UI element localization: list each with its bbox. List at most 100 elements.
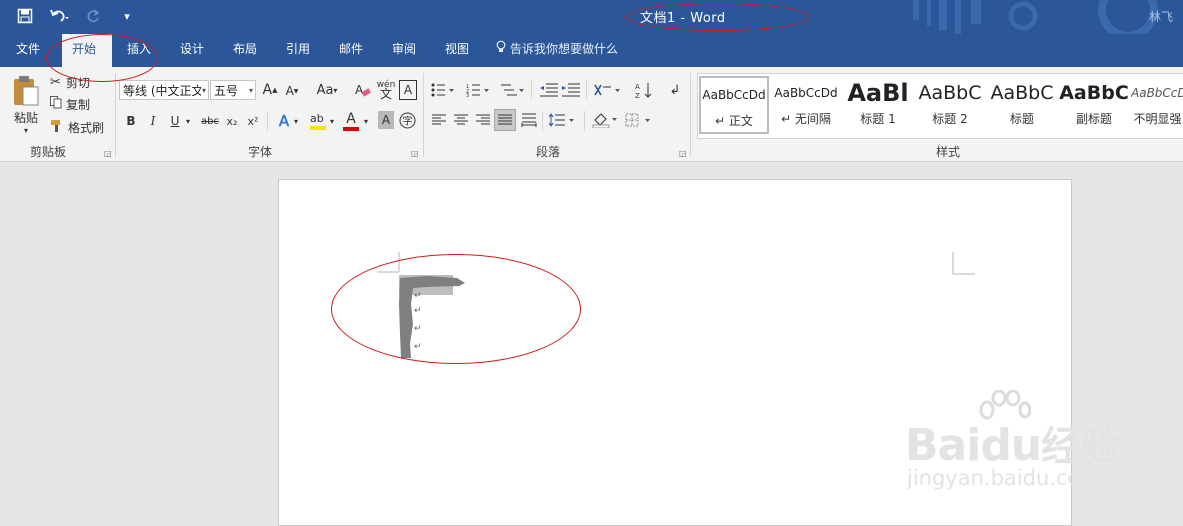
clear-formatting-icon[interactable]: A <box>354 80 372 100</box>
style-heading-2[interactable]: AaBbC 标题 2 <box>915 76 985 134</box>
copy-icon <box>50 96 66 112</box>
tab-layout[interactable]: 布局 <box>223 34 267 67</box>
account-name[interactable]: 林飞 <box>1149 8 1173 25</box>
justify-icon[interactable] <box>494 109 516 131</box>
line-spacing-icon[interactable] <box>548 110 576 130</box>
font-name-combo[interactable]: 等线 (中文正文 ▾ <box>119 80 209 100</box>
style-no-spacing[interactable]: AaBbCcDd ↵ 无间隔 <box>771 76 841 134</box>
grow-font-icon[interactable]: A ▲ <box>262 79 278 101</box>
underline-dropdown-icon[interactable]: ▾ <box>184 111 192 131</box>
svg-text:字: 字 <box>402 114 412 127</box>
copy-button[interactable]: 复制 <box>50 94 90 114</box>
font-color-dropdown-icon[interactable]: ▾ <box>362 111 370 131</box>
divider <box>586 79 587 99</box>
style-preview: AaBbCcDd <box>702 88 766 102</box>
decrease-indent-icon[interactable] <box>539 79 559 101</box>
watermark-brand: Bai <box>905 420 981 471</box>
style-heading-1[interactable]: AaBl 标题 1 <box>843 76 913 134</box>
font-size-value: 五号 <box>214 84 239 98</box>
tab-file[interactable]: 文件 <box>6 34 50 67</box>
tab-design[interactable]: 设计 <box>170 34 214 67</box>
distributed-icon[interactable] <box>520 110 538 130</box>
font-launcher-icon[interactable]: ◲ <box>411 149 419 158</box>
align-center-icon[interactable] <box>452 110 470 130</box>
ribbon-tab-bar: 文件 开始 插入 设计 布局 引用 邮件 审阅 视图 告诉我你想要做什么 <box>0 34 1183 67</box>
phonetic-guide-icon[interactable]: wén 文 <box>376 78 396 102</box>
annotation-oval-home-tab <box>46 34 158 82</box>
undo-icon[interactable] <box>48 5 70 27</box>
redo-icon[interactable] <box>82 5 104 27</box>
paragraph-mark-icon[interactable]: ↲ <box>666 79 684 101</box>
style-name: 标题 <box>1009 112 1034 126</box>
quick-access-toolbar: ▾ <box>14 5 138 27</box>
paste-label: 粘贴 <box>13 111 38 125</box>
annotation-oval-document <box>331 254 581 364</box>
tab-references[interactable]: 引用 <box>276 34 320 67</box>
font-name-value: 等线 (中文正文 <box>123 84 201 98</box>
character-shading-icon[interactable]: A <box>378 111 394 129</box>
lightbulb-icon <box>496 34 510 65</box>
paragraph-shading-icon[interactable] <box>591 109 619 131</box>
clipboard-launcher-icon[interactable]: ◲ <box>104 149 112 158</box>
svg-text:ab: ab <box>310 112 324 125</box>
svg-text:3: 3 <box>466 93 469 97</box>
title-bar: ▾ 文档1 - Word 林飞 <box>0 0 1183 34</box>
align-right-icon[interactable] <box>474 110 492 130</box>
tab-review[interactable]: 审阅 <box>382 34 426 67</box>
font-size-combo[interactable]: 五号 ▾ <box>210 80 256 100</box>
scissors-icon: ✂ <box>50 74 61 90</box>
character-border-icon[interactable]: A <box>399 80 417 100</box>
tell-me-box[interactable]: 告诉我你想要做什么 <box>496 34 618 67</box>
font-color-label: A <box>346 110 356 127</box>
style-title[interactable]: AaBbC 标题 <box>987 76 1057 134</box>
tab-view[interactable]: 视图 <box>435 34 479 67</box>
strikethrough-button[interactable]: abc <box>199 111 221 131</box>
format-painter-label: 格式刷 <box>68 120 105 135</box>
paste-button[interactable]: 粘贴 ▾ <box>8 73 44 137</box>
italic-button[interactable]: I <box>146 111 160 131</box>
sort-icon[interactable]: AZ <box>634 78 654 102</box>
format-painter-button[interactable]: 格式刷 <box>50 117 104 137</box>
style-preview: AaBbC <box>1059 82 1129 104</box>
style-name: ↵ 正文 <box>715 114 753 128</box>
style-name: 副标题 <box>1075 112 1112 126</box>
enclose-characters-icon[interactable]: 字 <box>398 110 416 130</box>
bullets-icon[interactable] <box>430 79 456 101</box>
shrink-font-icon[interactable]: A ▼ <box>284 81 300 101</box>
style-subtitle[interactable]: AaBbC 副标题 <box>1059 76 1129 134</box>
group-divider <box>690 73 691 157</box>
paragraph-launcher-icon[interactable]: ◲ <box>679 149 687 158</box>
format-painter-icon <box>50 119 68 136</box>
bold-button[interactable]: B <box>124 111 138 131</box>
font-color-icon[interactable]: A <box>342 109 360 133</box>
chevron-down-icon: ▾ <box>201 86 206 95</box>
highlight-dropdown-icon[interactable]: ▾ <box>328 111 336 131</box>
highlight-icon[interactable]: ab <box>308 109 328 133</box>
customize-qat-icon[interactable]: ▾ <box>116 5 138 27</box>
chinese-layout-icon[interactable] <box>592 79 622 101</box>
save-icon[interactable] <box>14 5 36 27</box>
svg-text:A: A <box>355 83 364 97</box>
increase-indent-icon[interactable] <box>561 79 581 101</box>
divider <box>542 111 543 131</box>
style-normal[interactable]: AaBbCcDd ↵ 正文 <box>699 76 769 134</box>
underline-button[interactable]: U <box>168 111 182 131</box>
subscript-button[interactable]: x₂ <box>224 111 240 131</box>
text-effects-icon[interactable]: A <box>276 110 292 132</box>
annotation-oval-title <box>626 3 810 31</box>
borders-icon[interactable] <box>624 109 654 131</box>
style-preview: AaBbC <box>918 82 982 104</box>
text-effects-dropdown-icon[interactable]: ▾ <box>292 111 300 131</box>
superscript-button[interactable]: x² <box>245 111 261 131</box>
numbering-icon[interactable]: 123 <box>465 79 491 101</box>
align-left-icon[interactable] <box>430 110 448 130</box>
multilevel-list-icon[interactable] <box>498 79 526 101</box>
style-preview: AaBbCcDd <box>774 86 838 100</box>
change-case-label: Aa <box>316 82 334 98</box>
style-subtle-emphasis[interactable]: AaBbCcDd 不明显强 <box>1131 76 1183 134</box>
group-divider <box>423 73 424 157</box>
tab-mailings[interactable]: 邮件 <box>329 34 373 67</box>
paste-dropdown-icon[interactable]: ▾ <box>24 126 28 135</box>
change-case-button[interactable]: Aa ▾ <box>312 79 342 101</box>
style-name: 标题 1 <box>860 112 896 126</box>
